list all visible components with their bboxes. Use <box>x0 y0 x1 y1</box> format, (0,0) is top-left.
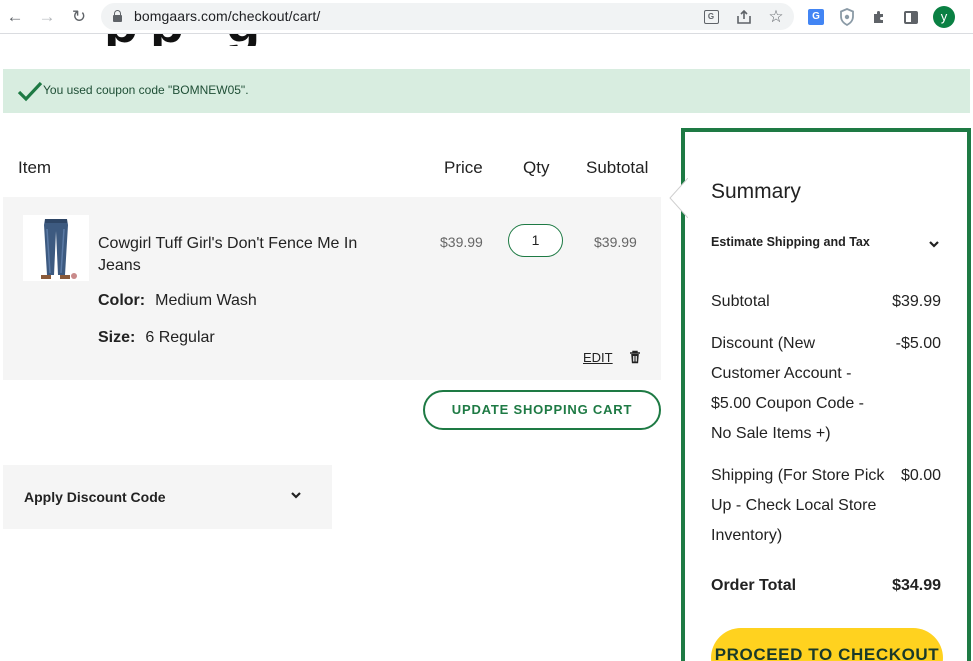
side-panel-icon[interactable] <box>900 6 922 28</box>
option-label: Color: <box>98 292 146 309</box>
coupon-message-text: You used coupon code "BOMNEW05". <box>43 83 249 97</box>
forward-arrow-icon[interactable]: → <box>36 6 58 28</box>
coupon-success-message: You used coupon code "BOMNEW05". <box>3 69 970 113</box>
title-glyph: p <box>104 34 138 46</box>
order-total-label: Order Total <box>711 577 797 594</box>
trash-icon[interactable] <box>629 350 641 364</box>
proceed-to-checkout-button[interactable]: PROCEED TO CHECKOUT <box>711 628 943 661</box>
title-glyph: g <box>226 34 260 46</box>
product-name-link[interactable]: Cowgirl Tuff Girl's Don't Fence Me In Je… <box>98 233 398 277</box>
quantity-input[interactable]: 1 <box>508 224 563 257</box>
jeans-image[interactable] <box>23 215 89 281</box>
apply-discount-toggle[interactable]: Apply Discount Code <box>3 465 332 529</box>
summary-pointer-notch <box>669 178 688 218</box>
item-price: $39.99 <box>440 234 483 250</box>
product-thumbnail[interactable] <box>23 215 89 281</box>
column-header-qty: Qty <box>523 158 550 177</box>
extensions-puzzle-icon[interactable] <box>868 6 890 28</box>
translate-page-icon[interactable]: G <box>701 7 721 27</box>
estimate-shipping-toggle[interactable]: Estimate Shipping and Tax <box>711 235 870 249</box>
summary-subtotal-label: Subtotal <box>711 293 770 310</box>
lock-icon[interactable] <box>113 10 122 22</box>
column-header-item: Item <box>18 158 52 177</box>
chevron-down-icon[interactable] <box>290 489 302 501</box>
profile-avatar[interactable]: y <box>933 6 955 28</box>
apply-discount-label[interactable]: Apply Discount Code <box>24 489 166 505</box>
share-icon[interactable] <box>734 7 754 27</box>
option-value: Medium Wash <box>155 292 257 309</box>
summary-shipping-value: $0.00 <box>900 467 941 484</box>
url-text[interactable]: bomgaars.com/checkout/cart/ <box>134 8 320 24</box>
column-header-subtotal: Subtotal <box>586 158 649 177</box>
summary-title: Summary <box>711 180 801 203</box>
google-translate-extension-icon[interactable]: G <box>805 6 827 28</box>
summary-subtotal-value: $39.99 <box>892 293 941 310</box>
checkmark-icon <box>17 81 43 102</box>
product-option-color: Color: Medium Wash <box>98 292 257 310</box>
update-shopping-cart-button[interactable]: UPDATE SHOPPING CART <box>423 390 661 430</box>
edit-item-link[interactable]: EDIT <box>583 350 613 365</box>
item-subtotal: $39.99 <box>594 234 637 250</box>
option-label: Size: <box>98 329 136 346</box>
reload-icon[interactable]: ↻ <box>68 6 90 28</box>
chevron-down-icon[interactable] <box>928 238 940 250</box>
bookmark-star-icon[interactable]: ☆ <box>766 7 786 27</box>
shield-extension-icon[interactable] <box>836 6 858 28</box>
back-arrow-icon[interactable]: ← <box>4 6 26 28</box>
title-glyph: p <box>150 34 184 46</box>
order-total-value: $34.99 <box>892 577 941 594</box>
column-header-price: Price <box>444 158 483 177</box>
summary-discount-label: Discount (New Customer Account - $5.00 C… <box>711 335 864 442</box>
cart-item-row: Cowgirl Tuff Girl's Don't Fence Me In Je… <box>3 197 661 380</box>
product-option-size: Size: 6 Regular <box>98 329 215 347</box>
page-title-cropped: p p g <box>0 34 660 46</box>
order-summary-panel: Summary Estimate Shipping and Tax Subtot… <box>681 128 971 661</box>
address-bar[interactable]: bomgaars.com/checkout/cart/ G ☆ <box>101 3 794 30</box>
summary-shipping-label: Shipping (For Store Pick Up - Check Loca… <box>711 467 885 544</box>
option-value: 6 Regular <box>145 329 215 346</box>
summary-discount-value: -$5.00 <box>895 335 941 352</box>
browser-toolbar: ← → ↻ bomgaars.com/checkout/cart/ G ☆ G … <box>0 0 973 34</box>
